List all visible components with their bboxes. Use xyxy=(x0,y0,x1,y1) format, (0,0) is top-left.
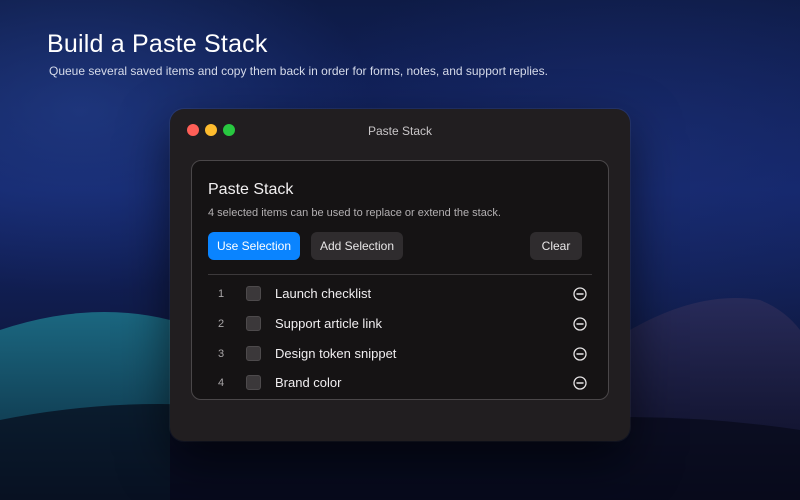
minus-circle-icon[interactable] xyxy=(573,317,587,331)
stack-item-label: Brand color xyxy=(275,375,342,391)
stack-item-list: 1 Launch checklist 2 Support article lin… xyxy=(208,280,592,399)
stack-item[interactable]: 3 Design token snippet xyxy=(208,340,592,370)
stack-item-index: 2 xyxy=(217,317,225,330)
stack-item-label: Launch checklist xyxy=(275,286,372,301)
hero-subtitle: Queue several saved items and copy them … xyxy=(49,64,548,78)
stack-item-label: Support article link xyxy=(275,315,382,331)
window-title: Paste Stack xyxy=(367,124,433,138)
minus-circle-icon[interactable] xyxy=(573,376,587,391)
stack-item[interactable]: 1 Launch checklist xyxy=(208,280,592,310)
panel-title: Paste Stack xyxy=(208,181,294,198)
stack-item-checkbox[interactable] xyxy=(246,315,261,331)
stack-item-checkbox[interactable] xyxy=(246,286,261,301)
use-selection-button[interactable]: Use Selection xyxy=(208,232,300,260)
add-selection-button[interactable]: Add Selection xyxy=(311,232,403,260)
stack-item[interactable]: 2 Support article link xyxy=(208,310,592,340)
stack-item-checkbox[interactable] xyxy=(246,375,261,391)
panel-description: 4 selected items can be used to replace … xyxy=(208,207,501,219)
stack-item-index: 1 xyxy=(217,288,225,300)
stack-item[interactable]: 4 Brand color xyxy=(208,369,592,399)
stack-item-checkbox[interactable] xyxy=(246,345,261,361)
stack-item-index: 4 xyxy=(217,377,225,390)
paste-stack-panel: Paste Stack 4 selected items can be used… xyxy=(191,160,609,400)
stack-item-index: 3 xyxy=(217,347,225,360)
clear-button[interactable]: Clear xyxy=(530,232,582,260)
hero-title: Build a Paste Stack xyxy=(47,30,268,58)
divider xyxy=(208,274,592,275)
minus-circle-icon[interactable] xyxy=(573,287,587,301)
minus-circle-icon[interactable] xyxy=(573,346,587,361)
paste-stack-window: Paste Stack Paste Stack 4 selected items… xyxy=(170,109,630,441)
stack-item-label: Design token snippet xyxy=(275,345,397,361)
